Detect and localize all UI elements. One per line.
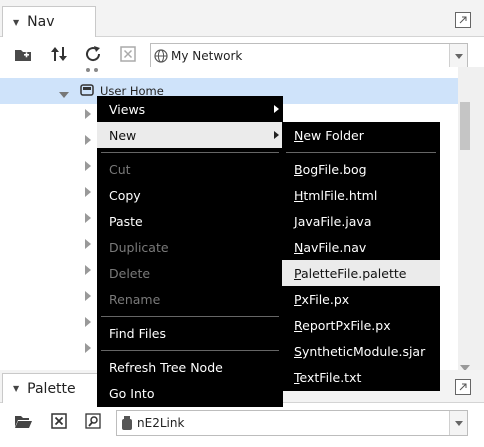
menu-item-refresh-tree-node[interactable]: Refresh Tree Node [97,354,283,380]
open-folder-icon[interactable] [12,410,34,432]
menu-item-duplicate: Duplicate [109,239,169,255]
menu-item-rename: Rename [109,291,161,307]
palette-collapse-caret-icon[interactable]: ▼ [13,384,19,393]
palette-panel-tab[interactable]: ▼ Palette [2,373,98,403]
maximize-icon[interactable] [455,12,471,28]
expanded-arrow-icon[interactable] [59,87,69,101]
sort-icon[interactable] [48,43,70,65]
menu-item-go-into[interactable]: Go Into [97,380,283,406]
nav-panel-tab[interactable]: ▼ Nav [2,6,96,37]
collapsed-arrow-icon[interactable] [85,108,91,122]
tree-row-partial [82,67,112,73]
module-select-value: nE2Link [137,416,185,430]
palette-panel-title: Palette [27,380,76,397]
submenu-arrow-icon [274,105,279,113]
nav-toolbar: My Network [0,37,484,71]
home-icon [80,83,94,100]
menu-item-find-files[interactable]: Find Files [97,320,283,346]
palette-maximize-icon[interactable] [455,379,471,395]
network-select[interactable]: My Network [150,43,468,69]
submenu-item-bogfile[interactable]: BogFile.bog [282,156,440,182]
menu-item-new[interactable]: New [97,122,283,148]
jar-icon [117,416,137,430]
new-submenu: New Folder BogFile.bog HtmlFile.html Jav… [282,122,440,391]
globe-icon [151,49,171,63]
collapsed-arrow-icon[interactable] [85,160,91,174]
refresh-icon[interactable] [82,43,104,65]
collapse-caret-icon[interactable]: ▼ [13,18,19,27]
submenu-item-textfile[interactable]: TextFile.txt [282,364,440,390]
menu-item-delete: Delete [109,265,151,281]
submenu-item-javafile[interactable]: JavaFile.java [282,208,440,234]
collapsed-arrow-icon[interactable] [85,134,91,148]
nav-panel-title: Nav [27,14,55,30]
menu-item-cut: Cut [109,161,131,177]
submenu-item-palettefile[interactable]: PaletteFile.palette [282,260,440,286]
menu-item-views[interactable]: Views [97,96,283,122]
search-palette-icon[interactable] [82,410,104,432]
menu-separator [101,316,279,317]
menu-separator [101,350,279,351]
collapsed-arrow-icon[interactable] [85,316,91,330]
collapsed-arrow-icon[interactable] [85,290,91,304]
submenu-arrow-icon [274,131,279,139]
collapsed-arrow-icon[interactable] [85,238,91,252]
menu-item-paste[interactable]: Paste [97,208,283,234]
submenu-item-navfile[interactable]: NavFile.nav [282,234,440,260]
close-palette-icon[interactable] [48,410,70,432]
collapsed-arrow-icon[interactable] [85,342,91,356]
close-disabled-icon [117,43,139,65]
scrollbar-thumb[interactable] [460,102,470,150]
context-menu: Views New Cut Copy Paste Duplicate Delet… [97,96,283,407]
network-select-value: My Network [171,49,243,63]
collapsed-arrow-icon[interactable] [85,212,91,226]
nav-tree-scrollbar[interactable] [458,67,484,371]
submenu-item-reportpxfile[interactable]: ReportPxFile.px [282,312,440,338]
submenu-item-new-folder[interactable]: New Folder [282,122,440,148]
collapsed-arrow-icon[interactable] [85,264,91,278]
menu-item-copy[interactable]: Copy [97,182,283,208]
submenu-item-htmlfile[interactable]: HtmlFile.html [282,182,440,208]
palette-toolbar: nE2Link [0,403,484,447]
new-folder-icon[interactable] [12,43,34,65]
module-dropdown-arrow-icon[interactable] [449,411,467,435]
menu-separator [101,152,279,153]
dropdown-arrow-icon[interactable] [449,44,467,68]
collapsed-arrow-icon[interactable] [85,186,91,200]
submenu-item-pxfile[interactable]: PxFile.px [282,286,440,312]
submenu-item-syntheticmodule[interactable]: SyntheticModule.sjar [282,338,440,364]
submenu-separator [286,152,436,153]
module-select[interactable]: nE2Link [116,410,468,436]
